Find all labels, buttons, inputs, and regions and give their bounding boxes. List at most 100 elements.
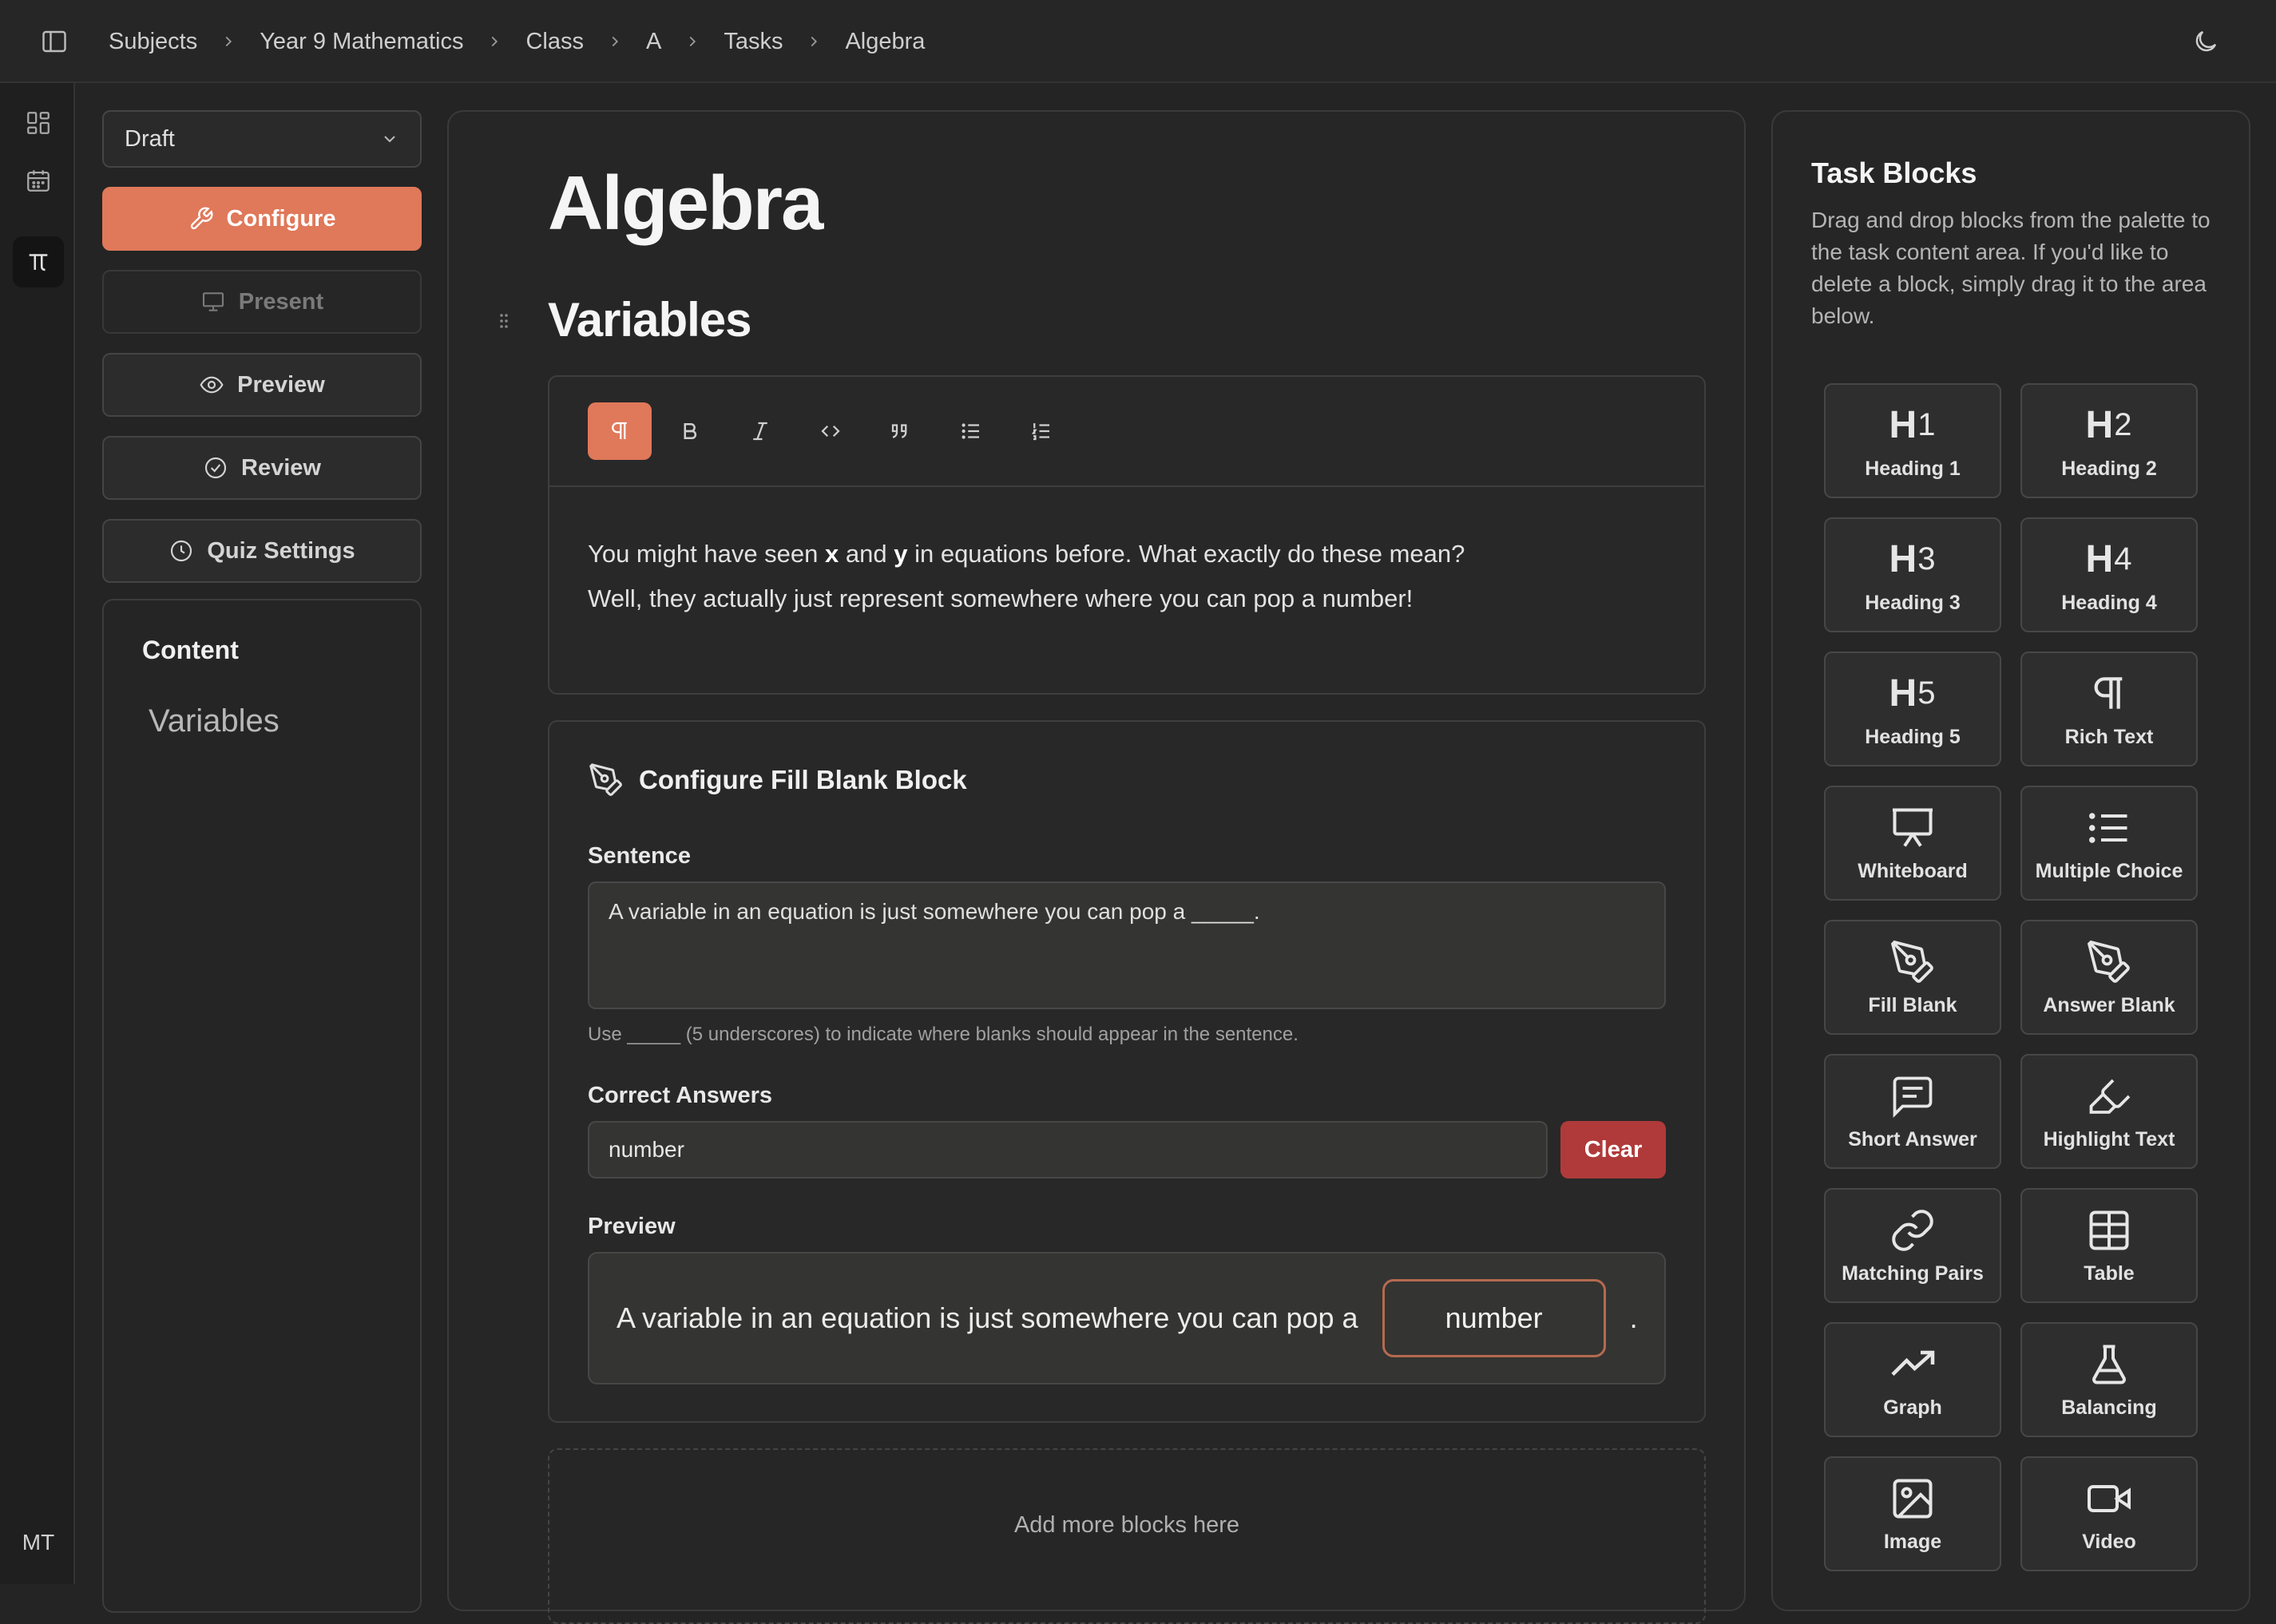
- sentence-textarea[interactable]: A variable in an equation is just somewh…: [588, 881, 1666, 1009]
- icon-rail: MT: [0, 83, 75, 1584]
- chevron-down-icon: [380, 129, 399, 149]
- trending-up-icon: [1889, 1341, 1937, 1388]
- quiz-settings-button[interactable]: Quiz Settings: [102, 519, 422, 583]
- table-icon: [2085, 1206, 2133, 1254]
- presentation-icon: [1889, 804, 1937, 852]
- block-balancing[interactable]: Balancing: [2020, 1322, 2198, 1437]
- chevron-right-icon: [606, 33, 624, 50]
- pen-tool-icon: [1889, 938, 1937, 986]
- top-bar: Subjects Year 9 Mathematics Class A Task…: [0, 0, 2276, 83]
- block-heading-5[interactable]: H5 Heading 5: [1824, 652, 2001, 766]
- heading-5-icon: H5: [1889, 672, 1937, 715]
- wrench-icon: [188, 206, 214, 232]
- video-icon: [2085, 1475, 2133, 1523]
- chevron-right-icon: [805, 33, 823, 50]
- chevron-right-icon: [486, 33, 503, 50]
- drag-handle-icon[interactable]: [498, 311, 510, 331]
- rich-text-block: You might have seen x and y in equations…: [548, 375, 1706, 695]
- rich-text-line-1: You might have seen x and y in equations…: [588, 540, 1465, 568]
- fill-blank-preview: A variable in an equation is just somewh…: [588, 1252, 1666, 1384]
- palette-description: Drag and drop blocks from the palette to…: [1811, 208, 2211, 328]
- bold-icon[interactable]: [658, 402, 722, 460]
- avatar[interactable]: MT: [13, 1517, 64, 1568]
- highlighter-icon: [2085, 1072, 2133, 1120]
- block-fill-blank[interactable]: Fill Blank: [1824, 920, 2001, 1035]
- calendar-icon[interactable]: [13, 155, 64, 206]
- content-title: Content: [142, 636, 239, 664]
- block-heading-3[interactable]: H3 Heading 3: [1824, 517, 2001, 632]
- chevron-right-icon: [220, 33, 237, 50]
- present-button[interactable]: Present: [102, 270, 422, 334]
- block-whiteboard[interactable]: Whiteboard: [1824, 786, 2001, 901]
- page-title[interactable]: Algebra: [548, 160, 823, 248]
- correct-answer-input[interactable]: number: [588, 1121, 1548, 1178]
- block-image[interactable]: Image: [1824, 1456, 2001, 1571]
- review-button[interactable]: Review: [102, 436, 422, 500]
- italic-icon[interactable]: [728, 402, 792, 460]
- breadcrumb-class-a[interactable]: A: [646, 29, 661, 55]
- breadcrumb-class[interactable]: Class: [525, 29, 584, 55]
- breadcrumb-subjects[interactable]: Subjects: [109, 29, 197, 55]
- breadcrumb: Subjects Year 9 Mathematics Class A Task…: [109, 0, 925, 83]
- heading-2-icon: H2: [2085, 404, 2133, 446]
- ordered-list-icon[interactable]: [1009, 402, 1073, 460]
- fill-blank-config: Configure Fill Blank Block Sentence A va…: [548, 720, 1706, 1423]
- palette-grid: H1 Heading 1 H2 Heading 2 H3 Heading 3 H…: [1824, 383, 2199, 1571]
- block-heading-1[interactable]: H1 Heading 1: [1824, 383, 2001, 498]
- block-answer-blank[interactable]: Answer Blank: [2020, 920, 2198, 1035]
- left-panel: Draft Configure Present Preview Review Q…: [102, 110, 422, 1613]
- block-table[interactable]: Table: [2020, 1188, 2198, 1303]
- block-multiple-choice[interactable]: Multiple Choice: [2020, 786, 2198, 901]
- clear-button[interactable]: Clear: [1560, 1121, 1666, 1178]
- content-item-variables[interactable]: Variables: [149, 703, 382, 739]
- image-icon: [1889, 1475, 1937, 1523]
- list-icon: [2085, 804, 2133, 852]
- clock-icon: [169, 538, 194, 564]
- pen-tool-icon: [2085, 938, 2133, 986]
- pi-icon[interactable]: [13, 236, 64, 287]
- check-circle-icon: [203, 455, 228, 481]
- preview-label: Preview: [588, 1214, 676, 1239]
- breadcrumb-tasks[interactable]: Tasks: [724, 29, 783, 55]
- pen-tool-icon: [588, 762, 625, 798]
- pilcrow-icon[interactable]: [588, 402, 652, 460]
- section-heading[interactable]: Variables: [548, 292, 752, 347]
- bullet-list-icon[interactable]: [939, 402, 1003, 460]
- block-dropzone[interactable]: Add more blocks here: [548, 1448, 1706, 1624]
- correct-answers-label: Correct Answers: [588, 1083, 773, 1108]
- status-select-value: Draft: [125, 125, 175, 152]
- block-short-answer[interactable]: Short Answer: [1824, 1054, 2001, 1169]
- link-icon: [1889, 1206, 1937, 1254]
- block-matching-pairs[interactable]: Matching Pairs: [1824, 1188, 2001, 1303]
- rich-text-content[interactable]: You might have seen x and y in equations…: [549, 487, 1704, 666]
- block-heading-2[interactable]: H2 Heading 2: [2020, 383, 2198, 498]
- dashboard-icon[interactable]: [13, 97, 64, 149]
- block-heading-4[interactable]: H4 Heading 4: [2020, 517, 2198, 632]
- block-rich-text[interactable]: Rich Text: [2020, 652, 2198, 766]
- block-graph[interactable]: Graph: [1824, 1322, 2001, 1437]
- config-heading: Configure Fill Blank Block: [588, 762, 967, 798]
- flask-icon: [2085, 1341, 2133, 1388]
- preview-blank-input[interactable]: number: [1382, 1279, 1606, 1357]
- content-outline: Content Variables: [102, 599, 422, 1613]
- quote-icon[interactable]: [869, 402, 933, 460]
- preview-button[interactable]: Preview: [102, 353, 422, 417]
- pilcrow-icon: [2085, 670, 2133, 718]
- chevron-right-icon: [684, 33, 701, 50]
- moon-icon[interactable]: [2191, 27, 2220, 56]
- eye-icon: [199, 372, 224, 398]
- block-highlight-text[interactable]: Highlight Text: [2020, 1054, 2198, 1169]
- breadcrumb-year-9-mathematics[interactable]: Year 9 Mathematics: [260, 29, 463, 55]
- configure-button[interactable]: Configure: [102, 187, 422, 251]
- block-video[interactable]: Video: [2020, 1456, 2198, 1571]
- palette-title: Task Blocks: [1811, 156, 1977, 189]
- preview-sentence-end: .: [1629, 1301, 1638, 1334]
- task-editor: Algebra Variables You might have seen x …: [447, 110, 1746, 1624]
- presentation-icon: [200, 289, 226, 315]
- status-select[interactable]: Draft: [102, 110, 422, 168]
- sidebar-toggle-icon[interactable]: [40, 27, 69, 56]
- heading-4-icon: H4: [2085, 538, 2133, 580]
- code-icon[interactable]: [799, 402, 862, 460]
- rich-text-line-2: Well, they actually just represent somew…: [588, 584, 1414, 612]
- message-square-text-icon: [1889, 1072, 1937, 1120]
